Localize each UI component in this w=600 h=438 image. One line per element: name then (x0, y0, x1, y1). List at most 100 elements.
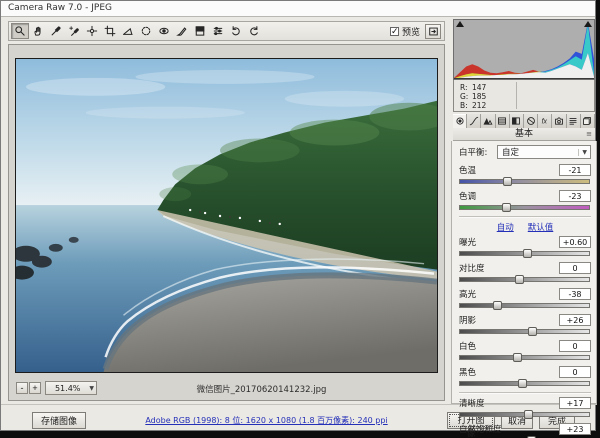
basic-tab-icon (455, 116, 465, 126)
temperature-value-input[interactable]: -21 (559, 164, 591, 176)
panel-hsl-grayscale-tab[interactable] (496, 114, 510, 128)
panel-snapshots-tab[interactable] (581, 114, 595, 128)
graduated-filter-tool-button[interactable] (191, 23, 209, 39)
temperature-slider[interactable] (459, 177, 590, 186)
vibrance-label: 自然饱和度 (459, 423, 502, 435)
b-label: B: (460, 101, 472, 110)
basic-panel-content: 白平衡: 自定 ▼ 色温-21色调-23自动默认值曝光+0.60对比度0高光-3… (451, 141, 597, 404)
red-eye-tool-button[interactable] (155, 23, 173, 39)
snapshots-tab-icon (582, 116, 592, 126)
white-balance-row: 白平衡: 自定 ▼ (459, 145, 591, 159)
default-link[interactable]: 默认值 (528, 223, 554, 233)
save-image-button[interactable]: 存储图像 (32, 412, 86, 429)
straighten-tool-button[interactable] (119, 23, 137, 39)
whites-slider[interactable] (459, 353, 590, 362)
clarity-slider[interactable] (459, 410, 590, 419)
tint-slider-thumb[interactable] (502, 203, 511, 212)
presets-tab-icon (568, 116, 578, 126)
contrast-slider-thumb[interactable] (515, 275, 524, 284)
spot-removal-tool-button[interactable] (137, 23, 155, 39)
histogram[interactable] (453, 19, 595, 80)
g-value: 185 (472, 92, 486, 101)
tint-label: 色调 (459, 190, 476, 202)
photo-canvas[interactable] (15, 58, 438, 373)
zoom-tool-button[interactable] (11, 23, 29, 39)
exposure-slider-thumb[interactable] (523, 249, 532, 258)
temperature-track (459, 179, 590, 184)
exposure-label: 曝光 (459, 236, 476, 248)
rotate-right-tool-button[interactable] (245, 23, 263, 39)
blacks-slider[interactable] (459, 379, 590, 388)
toolbar: ✓ 预览 (8, 21, 445, 41)
white-balance-select[interactable]: 自定 ▼ (497, 145, 591, 159)
blacks-slider-thumb[interactable] (518, 379, 527, 388)
title-bar[interactable]: Camera Raw 7.0 - JPEG (1, 1, 595, 17)
panel-presets-tab[interactable] (567, 114, 581, 128)
workflow-options-link[interactable]: Adobe RGB (1998): 8 位: 1620 x 1080 (1.8 … (145, 416, 387, 425)
histogram-chart (454, 20, 594, 79)
color-sampler-tool-button[interactable] (65, 23, 83, 39)
crop-tool-button[interactable] (101, 23, 119, 39)
hand-tool-button[interactable] (29, 23, 47, 39)
shadow-clipping-icon[interactable] (456, 21, 464, 27)
chevron-down-icon: ▼ (89, 385, 96, 392)
detail-tab-icon (483, 116, 493, 126)
shadows-value-input[interactable]: +26 (559, 314, 591, 326)
panel-tone-curve-tab[interactable] (467, 114, 481, 128)
highlights-slider[interactable] (459, 301, 590, 310)
panel-camera-calibration-tab[interactable] (552, 114, 566, 128)
temperature-slider-thumb[interactable] (503, 177, 512, 186)
effects-tab-icon: fx (540, 116, 550, 126)
split-toning-tab-icon (511, 116, 521, 126)
blacks-value-input[interactable]: 0 (559, 366, 591, 378)
whites-row: 白色0 (459, 340, 591, 352)
rotate-right-tool-icon (248, 25, 260, 37)
clarity-value-input[interactable]: +17 (559, 397, 591, 409)
highlights-slider-thumb[interactable] (493, 301, 502, 310)
white-balance-value: 自定 (502, 146, 519, 158)
panel-split-toning-tab[interactable] (510, 114, 524, 128)
vibrance-value-input[interactable]: +23 (559, 423, 591, 435)
panel-title: 基本 (515, 129, 533, 139)
whites-slider-thumb[interactable] (513, 353, 522, 362)
panel-menu-icon[interactable]: ≡ (586, 128, 592, 141)
adjustment-brush-tool-button[interactable] (173, 23, 191, 39)
panel-header: 基本 ≡ (453, 128, 595, 141)
whites-track (459, 355, 590, 360)
whites-value-input[interactable]: 0 (559, 340, 591, 352)
adjustment-brush-tool-icon (176, 25, 188, 37)
contrast-value-input[interactable]: 0 (559, 262, 591, 274)
exposure-slider[interactable] (459, 249, 590, 258)
panel-effects-tab[interactable]: fx (538, 114, 552, 128)
zoom-out-button[interactable]: - (16, 382, 28, 394)
highlights-value-input[interactable]: -38 (559, 288, 591, 300)
panel-lens-corrections-tab[interactable] (524, 114, 538, 128)
contrast-slider[interactable] (459, 275, 590, 284)
tone-curve-tab-icon (469, 116, 479, 126)
tint-row: 色调 -23 (459, 190, 591, 202)
b-value: 212 (472, 101, 486, 110)
zoom-level-select[interactable]: 51.4% ▼ (45, 381, 97, 395)
g-label: G: (460, 92, 472, 101)
white-balance-tool-button[interactable] (47, 23, 65, 39)
panel-basic-tab[interactable] (453, 114, 467, 128)
targeted-adjustment-tool-button[interactable] (83, 23, 101, 39)
rotate-left-tool-button[interactable] (227, 23, 245, 39)
clarity-slider-thumb[interactable] (524, 410, 533, 419)
tint-slider[interactable] (459, 203, 590, 212)
toggle-fullscreen-button[interactable] (425, 24, 441, 39)
shadows-slider-thumb[interactable] (528, 327, 537, 336)
red-eye-tool-icon (158, 25, 170, 37)
panel-tabs: fx (453, 114, 595, 128)
zoom-in-button[interactable]: + (29, 382, 41, 394)
vibrance-row: 自然饱和度 +23 (459, 423, 591, 435)
shadows-slider[interactable] (459, 327, 590, 336)
panel-divider (459, 216, 591, 218)
highlight-clipping-icon[interactable] (584, 21, 592, 27)
tint-value-input[interactable]: -23 (559, 190, 591, 202)
panel-detail-tab[interactable] (481, 114, 495, 128)
preferences-tool-button[interactable] (209, 23, 227, 39)
auto-link[interactable]: 自动 (497, 223, 514, 233)
preview-checkbox[interactable]: ✓ 预览 (390, 25, 420, 38)
exposure-value-input[interactable]: +0.60 (559, 236, 591, 248)
